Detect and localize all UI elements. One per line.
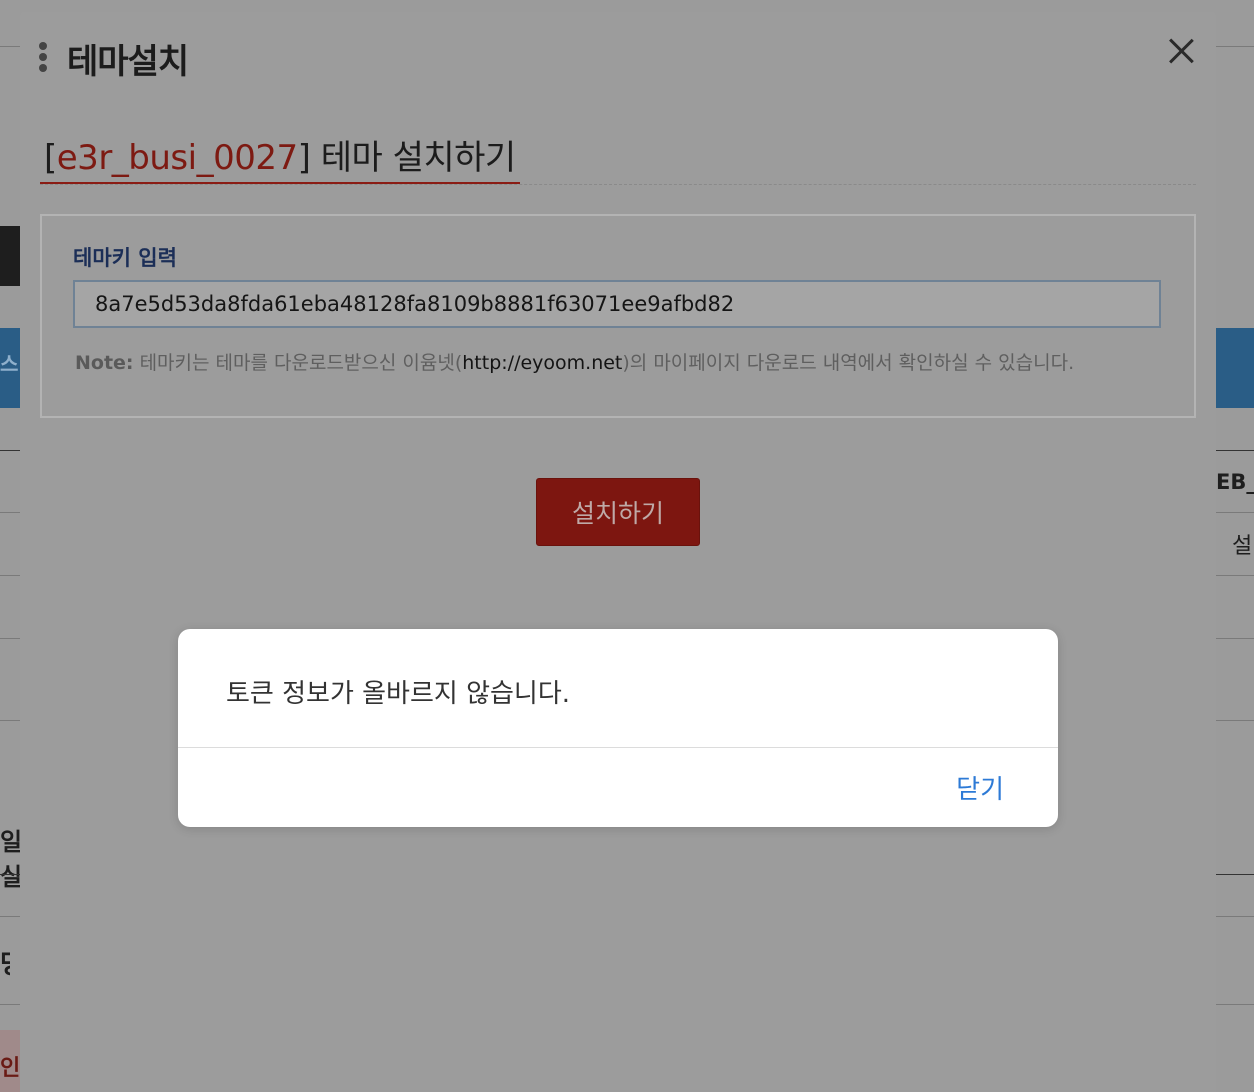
bg-cell-text: 설 (1232, 534, 1253, 559)
bg-divider (1216, 720, 1254, 721)
heading-text: ] 테마 설치하기 (297, 138, 517, 178)
theme-code: e3r_busi_0027 (56, 138, 298, 178)
bg-divider (0, 46, 20, 47)
bg-section-title: 명 (0, 944, 10, 981)
alert-message: 토큰 정보가 올바르지 않습니다. (226, 679, 571, 709)
bg-divider (0, 1004, 20, 1005)
bg-divider (0, 450, 20, 451)
bg-divider (0, 720, 20, 721)
bg-divider (1216, 638, 1254, 639)
bg-divider (0, 575, 20, 576)
alert-dialog: 토큰 정보가 올바르지 않습니다. 닫기 (178, 629, 1058, 827)
bg-divider (1216, 512, 1254, 513)
drag-dot (39, 53, 47, 61)
theme-install-modal: 테마설치 [e3r_busi_0027] 테마 설치하기 테마키 입력 Note… (20, 12, 1216, 1092)
bg-divider (0, 512, 20, 513)
install-heading-row: [e3r_busi_0027] 테마 설치하기 (40, 130, 1196, 185)
bg-divider (1216, 874, 1254, 875)
install-heading: [e3r_busi_0027] 테마 설치하기 (40, 130, 520, 184)
close-icon[interactable] (1166, 36, 1196, 66)
eyoom-link[interactable]: http://eyoom.net (462, 352, 622, 374)
bg-heading-fragment: ▌ (0, 226, 20, 286)
bg-alert-text: 인 (0, 1056, 20, 1081)
bg-divider (0, 874, 20, 875)
drag-dot (39, 42, 47, 50)
theme-key-input[interactable] (73, 280, 1161, 328)
bg-divider (0, 916, 20, 917)
note-text-after: )의 마이페이지 다운로드 내역에서 확인하실 수 있습니다. (622, 352, 1075, 374)
install-button[interactable]: 설치하기 (536, 478, 700, 546)
bg-section-title: 일실 (0, 828, 20, 891)
alert-divider (178, 747, 1058, 748)
drag-handle-icon[interactable] (39, 42, 47, 72)
note-text-before: 테마키는 테마를 다운로드받으신 이윰넷( (133, 352, 463, 374)
note-label: Note: (75, 352, 134, 374)
bg-divider (1216, 575, 1254, 576)
bg-divider (0, 638, 20, 639)
theme-key-label: 테마키 입력 (73, 246, 177, 270)
bg-divider (1216, 1004, 1254, 1005)
theme-key-fieldset: 테마키 입력 Note: 테마키는 테마를 다운로드받으신 이윰넷(http:/… (40, 214, 1196, 418)
alert-close-button[interactable]: 닫기 (956, 769, 1004, 806)
bg-divider (1216, 450, 1254, 451)
bg-divider (1216, 916, 1254, 917)
theme-key-note: Note: 테마키는 테마를 다운로드받으신 이윰넷(http://eyoom.… (75, 348, 1074, 375)
modal-header: 테마설치 (20, 12, 1216, 102)
bg-column-header: EB_ (1216, 470, 1254, 494)
drag-dot (39, 64, 47, 72)
bg-divider (1216, 46, 1254, 47)
modal-title: 테마설치 (67, 42, 189, 82)
heading-open-bracket: [ (44, 138, 57, 178)
bg-band-text: 스 (0, 352, 19, 376)
